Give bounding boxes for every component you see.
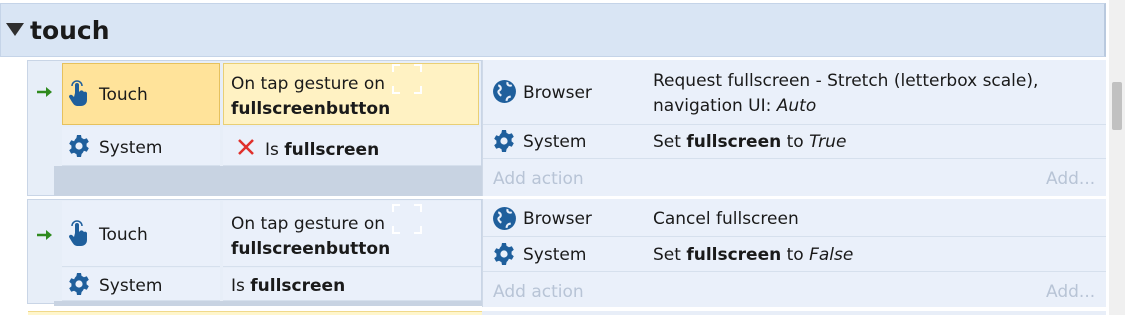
action-text: Set fullscreen to True [653,132,847,152]
gear-icon [492,129,516,157]
gear-icon [67,272,91,300]
trigger-arrow-icon [36,84,54,103]
next-event-actions [482,311,1106,315]
condition-param: fullscreenbutton [231,99,391,119]
add-action-link[interactable]: Add action [493,168,584,190]
group-header[interactable] [0,3,1106,57]
hand-pointer-icon [66,220,92,252]
action-text: Set fullscreen to False [653,245,854,265]
condition-text: On tap gesture on [231,74,386,94]
condition-object-label: System [99,138,163,158]
hand-pointer-icon [66,80,92,112]
event-block-frame [54,301,482,306]
add-action-short-link[interactable]: Add... [1046,281,1095,303]
next-event-block [28,311,482,315]
collapse-arrow-icon[interactable] [6,23,24,36]
globe-icon [492,206,517,235]
condition-object-label: Touch [99,225,148,245]
event-block-frame [54,166,482,196]
action-text: navigation UI: Auto [653,96,817,116]
trigger-arrow-icon [36,227,54,246]
action-object-label: System [523,132,587,152]
placeholder-image-icon [392,64,422,98]
vertical-scrollbar[interactable] [1109,0,1125,315]
condition-param: fullscreenbutton [231,239,391,259]
action-text: Request fullscreen - Stretch (letterbox … [653,71,1039,91]
condition-text: On tap gesture on [231,214,386,234]
action-object-label: Browser [523,209,592,229]
add-action-short-link[interactable]: Add... [1046,168,1095,190]
condition-text: Is fullscreen [231,276,346,296]
action-object-label: System [523,245,587,265]
condition-object-label: Touch [99,85,148,105]
action-object-label: Browser [523,83,592,103]
globe-icon [492,79,517,108]
group-title: touch [30,16,110,45]
action-text: Cancel fullscreen [653,209,799,229]
scrollbar-thumb[interactable] [1112,82,1122,130]
add-action-link[interactable]: Add action [493,281,584,303]
gear-icon [492,242,516,270]
gear-icon [67,134,91,162]
condition-text: Is fullscreen [265,140,380,160]
x-icon [236,137,256,161]
placeholder-image-icon [392,204,422,238]
condition-object-label: System [99,276,163,296]
